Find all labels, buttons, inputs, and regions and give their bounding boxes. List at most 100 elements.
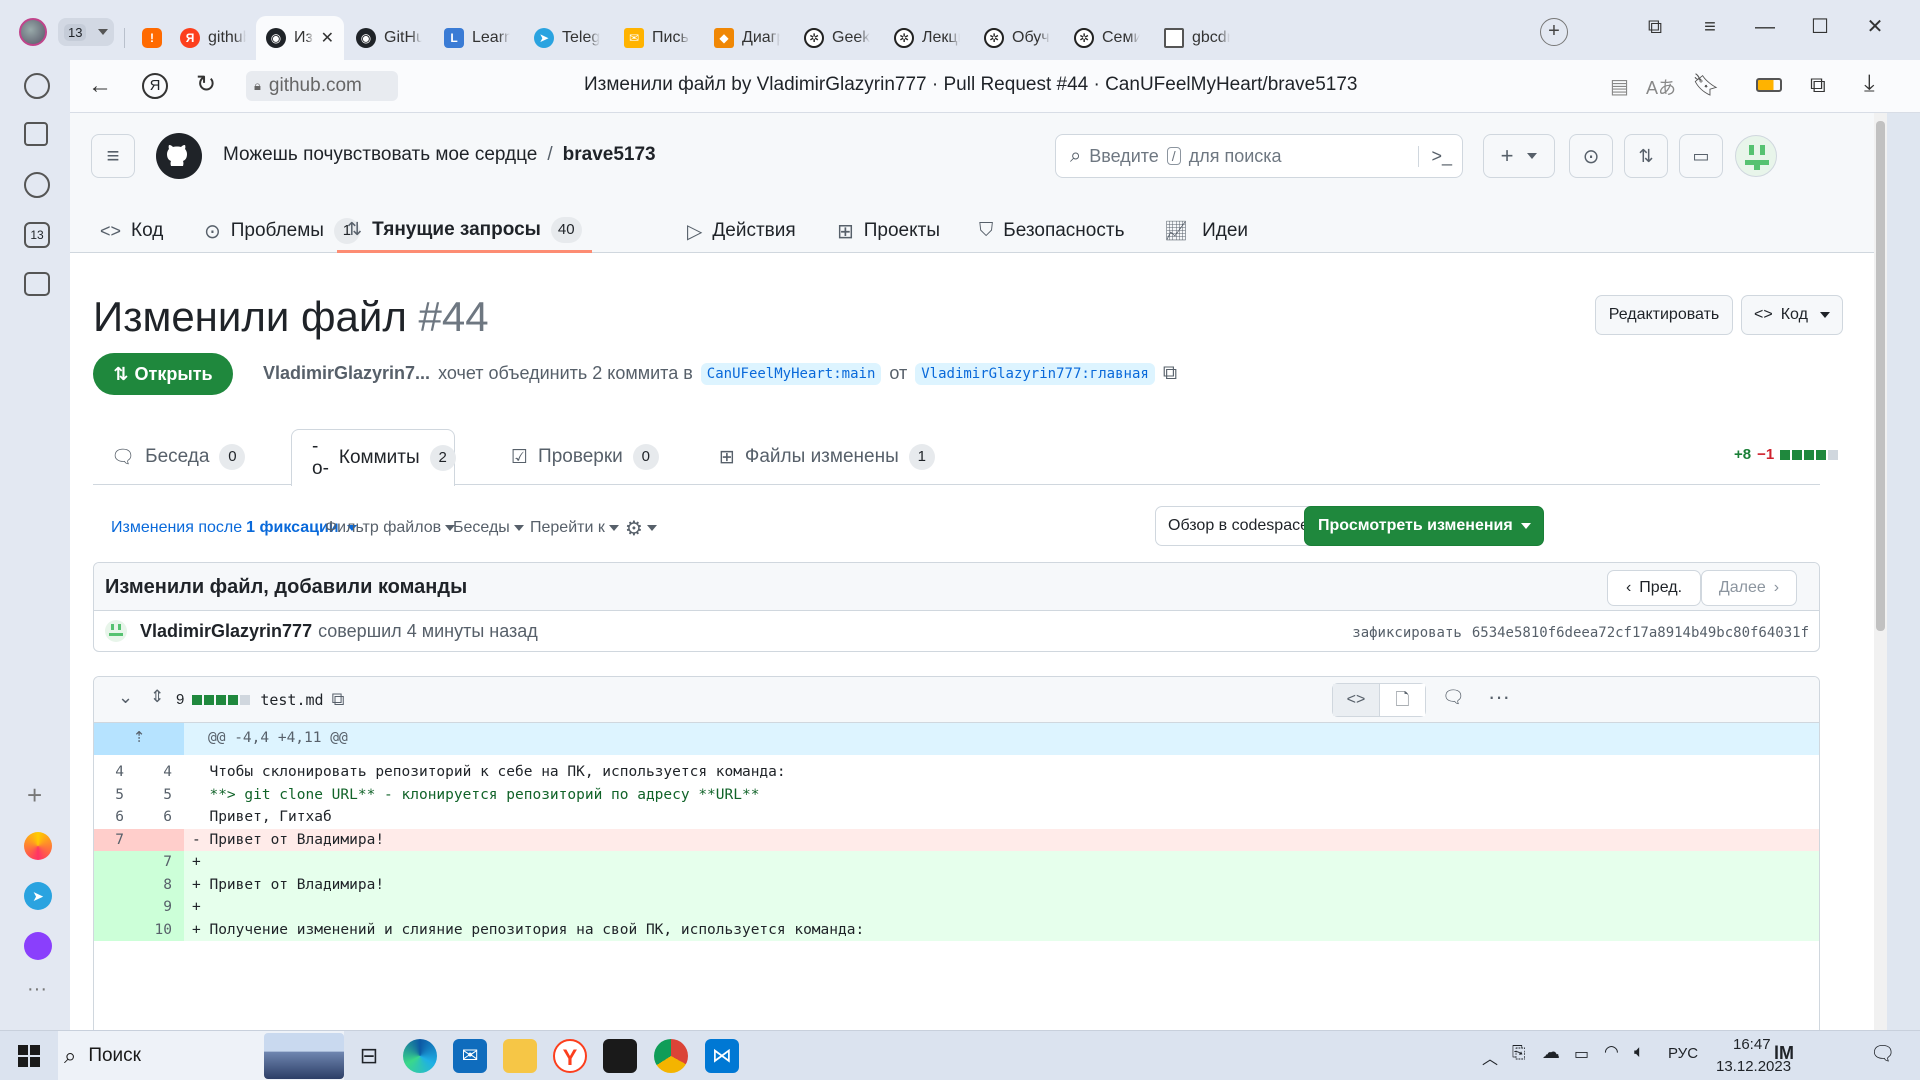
comment-icon[interactable]: 🗨︎ [1442, 687, 1465, 708]
tab-projects[interactable]: ⊞ Проекты [837, 209, 940, 253]
new-line-number[interactable]: 8 [142, 874, 172, 897]
browser-tab[interactable]: ✲ GeekBra [794, 16, 880, 60]
source-diff-icon[interactable]: <> [1333, 684, 1379, 716]
vscode-icon[interactable]: ⋈ [705, 1039, 739, 1073]
tab-actions[interactable]: ▷ Действия [687, 209, 796, 253]
base-branch[interactable]: CanUFeelMyHeart:main [700, 362, 882, 385]
menu-icon[interactable]: ≡ [1695, 12, 1725, 42]
hamburger-menu-button[interactable]: ≡ [91, 134, 135, 178]
edit-button[interactable]: Редактировать [1595, 295, 1733, 335]
new-line-number[interactable]: 10 [142, 919, 172, 942]
close-window-button[interactable]: ✕ [1860, 12, 1890, 42]
pull-requests-icon[interactable]: ⇅ [1624, 134, 1668, 178]
browser-tab[interactable]: gbcdn.n [1154, 16, 1240, 60]
more-icon[interactable]: ··· [27, 978, 47, 1001]
browser-tab[interactable]: ! [132, 16, 168, 60]
browser-tab[interactable]: ◉ GitHub [346, 16, 432, 60]
new-tab-button[interactable]: + [1540, 18, 1568, 46]
onedrive-icon[interactable]: ☁ [1542, 1042, 1560, 1063]
music-icon[interactable] [24, 832, 52, 860]
old-line-number[interactable]: 7 [94, 829, 124, 852]
alice-icon[interactable] [24, 932, 52, 960]
review-changes-button[interactable]: Просмотреть изменения [1304, 506, 1544, 546]
mail-icon[interactable]: ✉ [453, 1039, 487, 1073]
meet-icon[interactable]: ⎘ [1512, 1043, 1526, 1063]
url-box[interactable]: 🔒︎ github.com [246, 71, 398, 101]
start-icon[interactable] [18, 1045, 40, 1067]
repo-owner-link[interactable]: Можешь почувствовать мое сердце [223, 144, 537, 166]
head-branch[interactable]: VladimirGlazyrin777:главная [915, 362, 1155, 385]
github-logo-icon[interactable] [156, 133, 202, 179]
expand-up-icon[interactable]: ⇡ [94, 723, 184, 755]
back-icon[interactable]: ← [88, 72, 112, 100]
old-line-number[interactable]: 4 [94, 761, 124, 784]
browser-tab-active[interactable]: ◉ Изме ✕ [256, 16, 344, 60]
new-line-number[interactable]: 6 [142, 806, 172, 829]
old-line-number[interactable]: 5 [94, 784, 124, 807]
tab-pull-requests[interactable]: ⇅ Тянущие запросы 40 [337, 209, 592, 253]
collections-icon[interactable] [24, 122, 48, 146]
avatar[interactable] [1735, 135, 1777, 177]
search-input[interactable]: ⌕ Введите / для поиска >_ [1055, 134, 1463, 178]
task-view-icon[interactable]: ⊟ [352, 1039, 386, 1073]
tabs-count-icon[interactable]: 13 [24, 222, 50, 248]
commit-author-avatar[interactable] [105, 620, 127, 642]
browser-tab[interactable]: ➤ Telegran [524, 16, 610, 60]
browser-tab[interactable]: ✲ Обучен [974, 16, 1060, 60]
maximize-button[interactable]: ☐ [1805, 12, 1835, 42]
diff-settings-dropdown[interactable]: ⚙ [625, 513, 657, 543]
browser-tab[interactable]: ✲ Лекция [884, 16, 970, 60]
browser-tab[interactable]: ◆ Диагра [704, 16, 790, 60]
notifications-icon[interactable]: 🗨︎ [1870, 1041, 1895, 1066]
taskbar-search[interactable]: ⌕ Поиск [58, 1031, 344, 1080]
tab-counter-button[interactable]: 13 [58, 18, 114, 46]
expand-all-icon[interactable]: ⇕ [150, 687, 164, 707]
profile-avatar[interactable] [19, 18, 47, 46]
yandex-browser-icon[interactable]: Y [553, 1039, 587, 1073]
chrome-icon[interactable] [654, 1039, 688, 1073]
new-line-number[interactable]: 9 [142, 896, 172, 919]
file-name-link[interactable]: test.md [260, 691, 323, 709]
video-icon[interactable] [24, 172, 50, 198]
repo-name-link[interactable]: brave5173 [563, 144, 656, 166]
commit-sha[interactable]: 6534e5810f6deea72cf17a8914b49bc80f64031f [1472, 625, 1809, 641]
pr-author-link[interactable]: VladimirGlazyrin7... [263, 363, 430, 384]
bookmark-icon[interactable]: 🔖︎ [1692, 72, 1720, 98]
tab-conversation[interactable]: 🗨︎ Беседа 0 [111, 429, 246, 485]
add-panel-icon[interactable]: + [27, 780, 42, 811]
tab-code[interactable]: <> Код [100, 209, 163, 253]
tab-insights[interactable]: 📈︎ Идеи [1164, 209, 1248, 253]
tab-checks[interactable]: ☑ Проверки 0 [511, 429, 659, 485]
terminal-icon[interactable] [603, 1039, 637, 1073]
conversations-dropdown[interactable]: Беседы [453, 513, 524, 543]
browser-tab[interactable]: ✲ Семина [1064, 16, 1150, 60]
issues-icon[interactable]: ⊙ [1569, 134, 1613, 178]
extensions-icon[interactable]: ⧉ [1810, 72, 1826, 98]
code-dropdown-button[interactable]: <> Код [1741, 295, 1843, 335]
volume-icon[interactable]: 🔈︎ [1634, 1042, 1644, 1062]
browser-tab[interactable]: Я github - [170, 16, 256, 60]
yandex-logo-icon[interactable]: Я [142, 73, 168, 99]
inbox-icon[interactable]: ▭ [1679, 134, 1723, 178]
reload-icon[interactable]: ↻ [196, 70, 216, 99]
battery-saver-icon[interactable] [1756, 78, 1782, 92]
tab-commits[interactable]: -o- Коммиты 2 [291, 429, 456, 486]
command-palette-icon[interactable]: >_ [1418, 145, 1452, 167]
tray-chevron-icon[interactable]: ︿ [1482, 1045, 1498, 1069]
rich-diff-icon[interactable]: 🗋︎ [1378, 684, 1425, 716]
codespace-button[interactable]: Обзор в codespace [1155, 506, 1322, 546]
next-commit-button[interactable]: Далее › [1701, 570, 1797, 606]
new-line-number[interactable]: 7 [142, 851, 172, 874]
copy-icon[interactable]: ⧉ [1163, 362, 1177, 385]
tab-files-changed[interactable]: ⊞ Файлы изменены 1 [719, 429, 935, 485]
battery-icon[interactable]: ▭ [1574, 1044, 1589, 1064]
wifi-icon[interactable]: ◠ [1604, 1042, 1619, 1062]
copy-icon[interactable]: ⧉ [332, 689, 345, 710]
browser-tab[interactable]: ✉ Письмо [614, 16, 700, 60]
page-scrollbar[interactable] [1874, 113, 1887, 1030]
file-filter-dropdown[interactable]: Фильтр файлов [325, 513, 456, 543]
new-line-number[interactable]: 4 [142, 761, 172, 784]
telegram-icon[interactable]: ➤ [24, 882, 52, 910]
scrollbar-thumb[interactable] [1876, 121, 1885, 631]
file-explorer-icon[interactable] [503, 1039, 537, 1073]
